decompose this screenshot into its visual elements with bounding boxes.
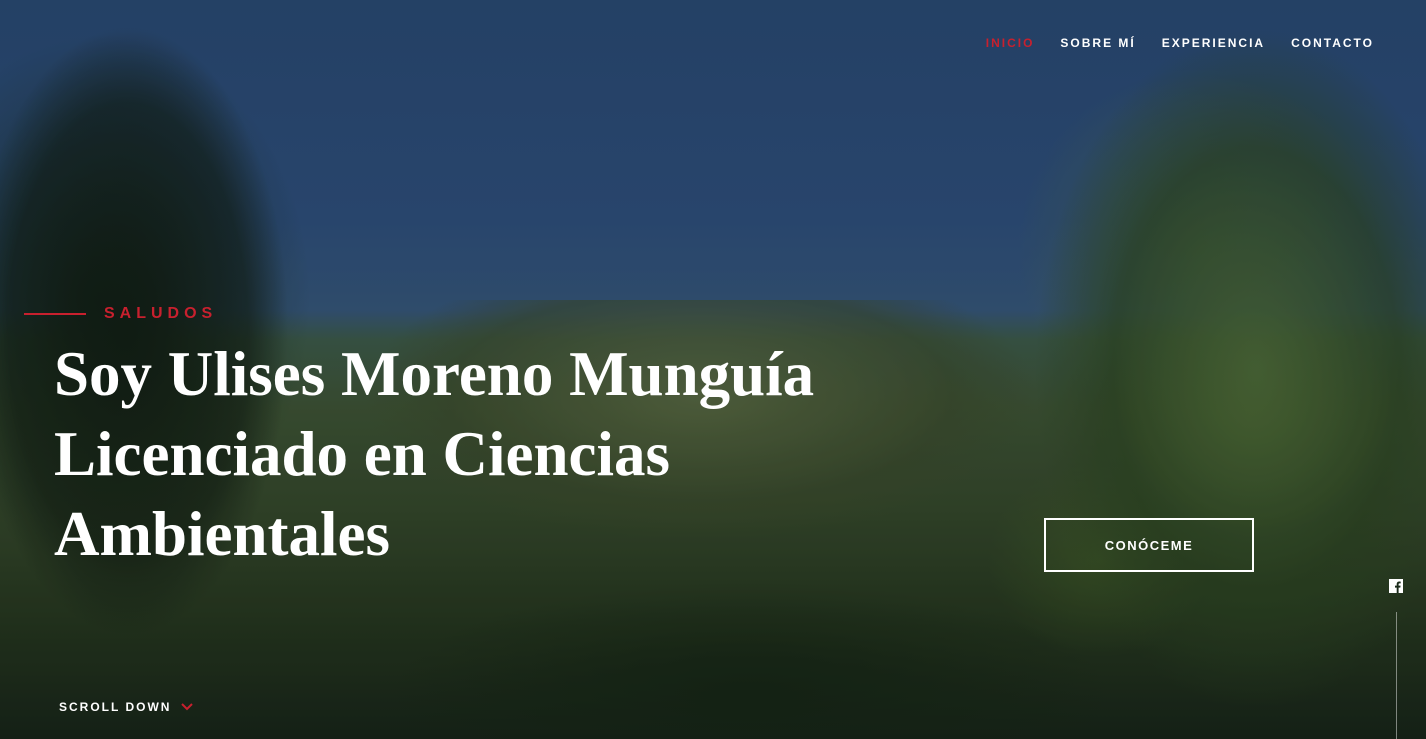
chevron-down-icon xyxy=(181,703,194,711)
nav-item-sobre-mi[interactable]: SOBRE MÍ xyxy=(1060,36,1135,50)
headline-line-1: Soy Ulises Moreno Munguía xyxy=(54,339,815,409)
scroll-down-label: SCROLL DOWN xyxy=(59,700,172,714)
greeting-text: SALUDOS xyxy=(104,305,218,322)
scroll-down-link[interactable]: SCROLL DOWN xyxy=(59,700,194,714)
greeting: SALUDOS xyxy=(24,305,217,323)
hero-headline: Soy Ulises Moreno Munguía Licenciado en … xyxy=(54,334,1014,574)
conoceme-button[interactable]: CONÓCEME xyxy=(1044,518,1254,572)
nav-item-contacto[interactable]: CONTACTO xyxy=(1291,36,1374,50)
nav-item-experiencia[interactable]: EXPERIENCIA xyxy=(1162,36,1265,50)
greeting-line xyxy=(24,313,86,315)
facebook-icon[interactable] xyxy=(1389,579,1403,593)
headline-line-2: Licenciado en Ciencias xyxy=(54,419,670,489)
social-divider xyxy=(1396,612,1397,739)
headline-line-3: Ambientales xyxy=(54,499,390,569)
nav-item-inicio[interactable]: INICIO xyxy=(986,36,1035,50)
main-nav: INICIO SOBRE MÍ EXPERIENCIA CONTACTO xyxy=(986,36,1374,50)
